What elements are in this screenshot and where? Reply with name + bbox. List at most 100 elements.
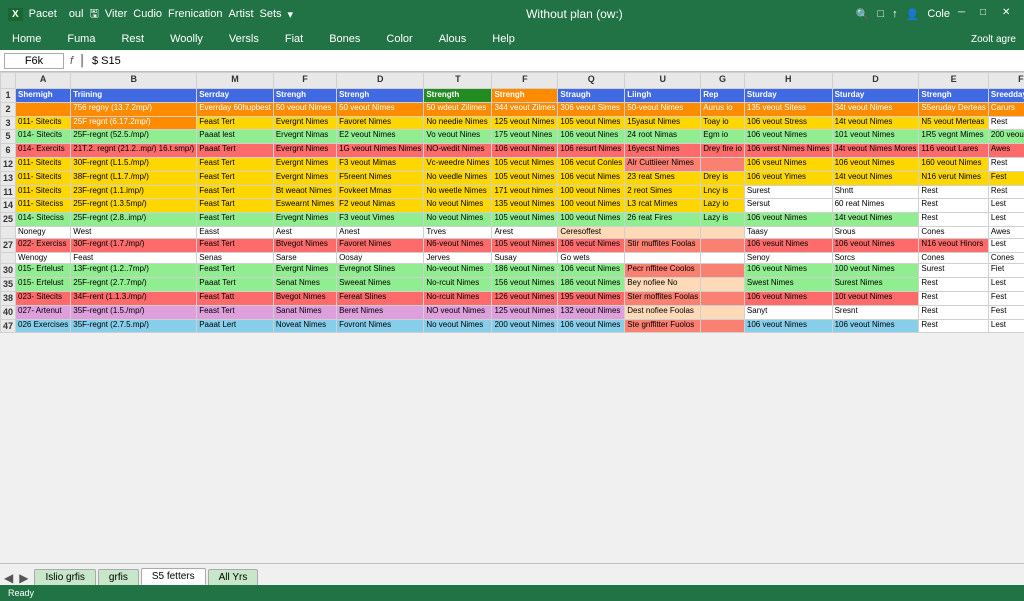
table-cell[interactable]: 015- Ertelust [16, 278, 71, 292]
table-cell[interactable]: Swest Nimes [744, 278, 832, 292]
table-cell[interactable]: 125 veout Nimes [492, 116, 558, 130]
table-cell[interactable]: Easst [197, 226, 274, 238]
table-cell[interactable]: 756 regny (13.7.2mp/) [71, 102, 197, 116]
table-cell[interactable]: Btvegot Nimes [273, 238, 336, 252]
table-cell[interactable]: 105 veout Nimes [492, 213, 558, 227]
table-cell[interactable]: Evregnot Slines [337, 264, 424, 278]
table-cell[interactable]: F3 veout Vimes [337, 213, 424, 227]
table-cell[interactable]: No veout Nimes [424, 319, 492, 333]
table-cell[interactable]: Stir muffites Foolas [625, 238, 701, 252]
table-cell[interactable]: 106 veout Yimes [744, 171, 832, 185]
table-cell[interactable]: NO veout Nimes [424, 305, 492, 319]
table-cell[interactable]: Wenogy [16, 252, 71, 264]
menu-cudio[interactable]: Frenication [168, 8, 222, 20]
table-cell[interactable]: Anest [337, 226, 424, 238]
table-cell[interactable]: Surest [919, 264, 988, 278]
table-cell[interactable]: 35F-regnt (1.5./mp/) [71, 305, 197, 319]
table-cell[interactable]: 100 veout Nimes [832, 264, 919, 278]
table-cell[interactable]: Feast Tert [197, 157, 274, 171]
table-cell[interactable]: 106 veout Stress [744, 116, 832, 130]
table-cell[interactable] [701, 305, 745, 319]
cloud-icon[interactable]: ↑ [892, 8, 898, 20]
table-cell[interactable]: 106 veout Nimes [492, 144, 558, 158]
table-cell[interactable]: 106 veout Nines [558, 130, 625, 144]
table-cell[interactable]: Ervegnt Nimas [273, 130, 336, 144]
tab-allYrs[interactable]: All Yrs [208, 569, 259, 585]
user-icon[interactable]: 👤 [906, 8, 920, 21]
table-cell[interactable]: 011- Sitecits [16, 157, 71, 171]
table-cell[interactable]: Fest [988, 171, 1024, 185]
table-cell[interactable]: Drey is [701, 171, 745, 185]
ribbon-help[interactable]: Help [488, 31, 519, 47]
table-cell[interactable]: No weetle Nimes [424, 185, 492, 199]
table-cell[interactable] [701, 157, 745, 171]
table-cell[interactable]: Awes [988, 144, 1024, 158]
table-cell[interactable]: 125 veout Nimes [492, 305, 558, 319]
table-cell[interactable]: No veout Nimes [424, 199, 492, 213]
table-cell[interactable]: Lest [988, 213, 1024, 227]
table-cell[interactable]: Sorcs [832, 252, 919, 264]
table-cell[interactable]: Fest [988, 305, 1024, 319]
table-cell[interactable]: 14t veout Nimes [832, 213, 919, 227]
col-B[interactable]: B [71, 73, 197, 89]
table-cell[interactable]: Ceresoffest [558, 226, 625, 238]
table-cell[interactable]: Sanat Nimes [273, 305, 336, 319]
table-cell[interactable]: F3 veout Mimas [337, 157, 424, 171]
table-cell[interactable]: 15yasut Nimes [625, 116, 701, 130]
table-cell[interactable]: 306 veout Simes [558, 102, 625, 116]
col-M[interactable]: M [197, 73, 274, 89]
table-cell[interactable]: 015- Ertelust [16, 264, 71, 278]
table-cell[interactable]: 60 reat Nimes [832, 199, 919, 213]
table-cell[interactable]: 135 veout Sitess [744, 102, 832, 116]
col-F3[interactable]: F [988, 73, 1024, 89]
table-cell[interactable]: 022- Exerciss [16, 238, 71, 252]
table-cell[interactable]: Sanyt [744, 305, 832, 319]
table-cell[interactable]: No-veout Nimes [424, 264, 492, 278]
table-cell[interactable]: 105 veout Nimes [492, 171, 558, 185]
table-cell[interactable]: Alr Cuttiieer Nimes [625, 157, 701, 171]
table-cell[interactable] [625, 226, 701, 238]
table-cell[interactable]: Feast Tert [197, 305, 274, 319]
table-cell[interactable]: 21T.2. regnt (21.2..mp/) 16.t.smp/) [71, 144, 197, 158]
table-cell[interactable]: Vc-weedre Nimes [424, 157, 492, 171]
table-cell[interactable]: 160 veout Nimes [919, 157, 988, 171]
table-cell[interactable]: Senat Nmes [273, 278, 336, 292]
table-cell[interactable]: 25F-regnt (52.5./mp/) [71, 130, 197, 144]
table-cell[interactable]: Sarse [273, 252, 336, 264]
table-cell[interactable]: 175 veout Nines [492, 130, 558, 144]
table-cell[interactable]: 106 resurt Nimes [558, 144, 625, 158]
ribbon-rest[interactable]: Rest [117, 31, 148, 47]
table-cell[interactable]: Aurus io [701, 102, 745, 116]
table-cell[interactable]: 10t veout Nimes [832, 291, 919, 305]
tab-grfis[interactable]: grfis [98, 569, 139, 585]
sheet-area[interactable]: A B M F D T F Q U G H D E F 1 Shernigh T… [0, 72, 1024, 563]
table-cell[interactable]: Paaat Tert [197, 278, 274, 292]
table-cell[interactable]: 200 veout Nimes [988, 130, 1024, 144]
minimize-btn[interactable]: ─ [958, 7, 972, 21]
table-cell[interactable]: Lest [988, 238, 1024, 252]
table-cell[interactable]: N16 veout Hinors [919, 238, 988, 252]
table-cell[interactable]: Rest [919, 319, 988, 333]
table-cell[interactable]: 106 vecut Nimes [558, 264, 625, 278]
table-cell[interactable]: 13F-regnt (1.2..7mp/) [71, 264, 197, 278]
ribbon-home[interactable]: Home [8, 31, 45, 47]
table-cell[interactable]: Lazy io [701, 199, 745, 213]
table-cell[interactable]: Rest [988, 185, 1024, 199]
table-cell[interactable]: Fovront Nimes [337, 319, 424, 333]
col-Q[interactable]: Q [558, 73, 625, 89]
table-cell[interactable]: Favoret Nimes [337, 238, 424, 252]
table-cell[interactable]: 106 veout Nimes [744, 319, 832, 333]
maximize-btn[interactable]: □ [980, 7, 994, 21]
menu-artist[interactable]: Sets [260, 8, 282, 20]
table-cell[interactable]: Fiet [988, 264, 1024, 278]
table-cell[interactable]: Bvegot Nimes [273, 291, 336, 305]
table-cell[interactable]: Rest [919, 305, 988, 319]
table-cell[interactable]: 2 reot Simes [625, 185, 701, 199]
table-cell[interactable]: Feast Tatt [197, 291, 274, 305]
table-cell[interactable]: 101 veout Nimes [832, 130, 919, 144]
table-cell[interactable]: 50-veout Nimes [625, 102, 701, 116]
col-U[interactable]: U [625, 73, 701, 89]
menu-frenication[interactable]: Artist [228, 8, 253, 20]
table-cell[interactable]: 171 veout himes [492, 185, 558, 199]
table-cell[interactable]: L3 rcat Mimes [625, 199, 701, 213]
